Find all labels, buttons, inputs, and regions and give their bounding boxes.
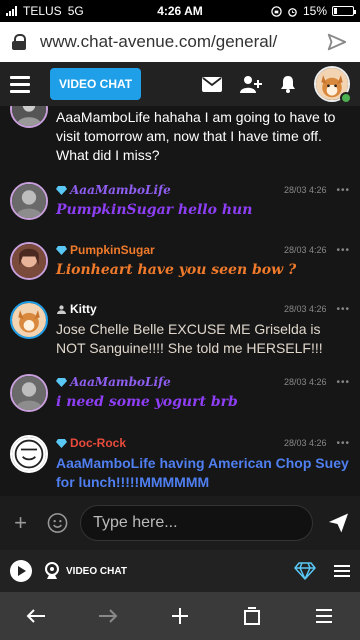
user-icon bbox=[57, 304, 66, 314]
message-timestamp: 28/03 4:26 bbox=[283, 304, 327, 314]
user-avatar[interactable] bbox=[10, 106, 48, 128]
status-bar: TELUS 5G 4:26 AM 15% bbox=[0, 0, 360, 22]
share-icon[interactable] bbox=[326, 31, 348, 53]
bottom-toolbar: VIDEO CHAT bbox=[0, 550, 360, 592]
webcam-icon[interactable] bbox=[44, 562, 60, 580]
message-composer: + bbox=[0, 496, 360, 550]
message-text: PumpkinSugar hello hun bbox=[56, 202, 253, 218]
browser-navigation-bar bbox=[0, 592, 360, 640]
plus-icon bbox=[172, 608, 188, 624]
diamond-icon bbox=[56, 245, 67, 255]
user-avatar[interactable] bbox=[314, 66, 352, 104]
menu-icon[interactable] bbox=[10, 75, 30, 93]
battery-icon bbox=[332, 6, 356, 16]
emoji-icon[interactable] bbox=[47, 512, 68, 534]
alarm-icon bbox=[288, 7, 297, 17]
url-text[interactable]: www.chat-avenue.com/general/ bbox=[40, 32, 326, 52]
username[interactable]: AaaMamboLife bbox=[70, 375, 171, 389]
user-avatar[interactable] bbox=[10, 435, 48, 473]
browser-address-bar[interactable]: www.chat-avenue.com/general/ bbox=[0, 22, 360, 62]
chat-message: PumpkinSugar 28/03 4:26 ••• Lionheart ha… bbox=[0, 242, 360, 280]
more-options-icon[interactable]: ••• bbox=[336, 185, 350, 196]
menu-icon bbox=[316, 609, 332, 623]
mail-icon[interactable] bbox=[202, 76, 222, 92]
user-list-menu-icon[interactable] bbox=[334, 565, 350, 577]
network-label: 5G bbox=[67, 4, 84, 18]
add-friend-icon[interactable] bbox=[240, 75, 262, 93]
diamond-icon bbox=[56, 185, 67, 195]
chat-message: AaaMamboLife 28/03 4:26 ••• PumpkinSugar… bbox=[0, 182, 360, 220]
chat-message: AaaMamboLife 28/03 4:26 ••• i need some … bbox=[0, 374, 360, 412]
more-options-icon[interactable]: ••• bbox=[336, 438, 350, 449]
signal-icon bbox=[6, 6, 17, 16]
notification-bell-icon[interactable] bbox=[280, 75, 296, 93]
message-timestamp: 28/03 4:26 bbox=[283, 377, 327, 387]
message-text: Lionheart have you seen bow ? bbox=[56, 262, 297, 278]
rotation-lock-icon bbox=[271, 5, 282, 17]
forward-button[interactable] bbox=[90, 598, 126, 634]
user-avatar[interactable] bbox=[10, 182, 48, 220]
message-timestamp: 28/03 4:26 bbox=[283, 245, 327, 255]
more-options-icon[interactable]: ••• bbox=[336, 377, 350, 388]
message-input[interactable] bbox=[80, 505, 314, 541]
back-button[interactable] bbox=[18, 598, 54, 634]
username[interactable]: Kitty bbox=[70, 302, 97, 316]
user-avatar[interactable] bbox=[10, 374, 48, 412]
diamond-icon bbox=[56, 377, 67, 387]
user-avatar[interactable] bbox=[10, 301, 48, 339]
video-chat-label[interactable]: VIDEO CHAT bbox=[66, 566, 127, 577]
chat-message-list[interactable]: AaaMamboLife hahaha I am going to have t… bbox=[0, 106, 360, 496]
back-arrow-icon bbox=[26, 609, 45, 623]
add-attachment-icon[interactable]: + bbox=[10, 510, 31, 536]
username[interactable]: Doc-Rock bbox=[70, 436, 126, 450]
chat-message: Doc-Rock 28/03 4:26 ••• AaaMamboLife hav… bbox=[0, 435, 360, 492]
video-chat-button[interactable]: VIDEO CHAT bbox=[50, 68, 142, 100]
tabs-icon bbox=[244, 607, 260, 625]
username[interactable]: PumpkinSugar bbox=[70, 243, 155, 257]
more-options-icon[interactable]: ••• bbox=[336, 304, 350, 315]
diamond-icon bbox=[56, 438, 67, 448]
online-status-badge bbox=[340, 92, 352, 104]
user-avatar[interactable] bbox=[10, 242, 48, 280]
more-options-icon[interactable]: ••• bbox=[336, 245, 350, 256]
carrier-label: TELUS bbox=[23, 4, 62, 18]
browser-menu-button[interactable] bbox=[306, 598, 342, 634]
message-text: AaaMamboLife having American Chop Suey f… bbox=[56, 455, 349, 490]
message-text: i need some yogurt brb bbox=[56, 394, 238, 410]
message-text: AaaMamboLife hahaha I am going to have t… bbox=[56, 109, 336, 163]
message-timestamp: 28/03 4:26 bbox=[283, 438, 327, 448]
diamond-icon[interactable] bbox=[294, 562, 316, 580]
lock-icon bbox=[12, 34, 26, 50]
battery-percent: 15% bbox=[302, 4, 327, 18]
message-timestamp: 28/03 4:26 bbox=[283, 185, 327, 195]
chat-message: Kitty 28/03 4:26 ••• Jose Chelle Belle E… bbox=[0, 301, 360, 358]
forward-arrow-icon bbox=[99, 609, 118, 623]
send-icon[interactable] bbox=[327, 511, 350, 535]
username[interactable]: AaaMamboLife bbox=[70, 183, 171, 197]
chat-message: AaaMamboLife hahaha I am going to have t… bbox=[0, 106, 360, 165]
new-tab-button[interactable] bbox=[162, 598, 198, 634]
play-icon[interactable] bbox=[10, 560, 32, 582]
app-header: VIDEO CHAT bbox=[0, 62, 360, 106]
message-text: Jose Chelle Belle EXCUSE ME Griselda is … bbox=[56, 321, 323, 356]
tabs-button[interactable] bbox=[234, 598, 270, 634]
